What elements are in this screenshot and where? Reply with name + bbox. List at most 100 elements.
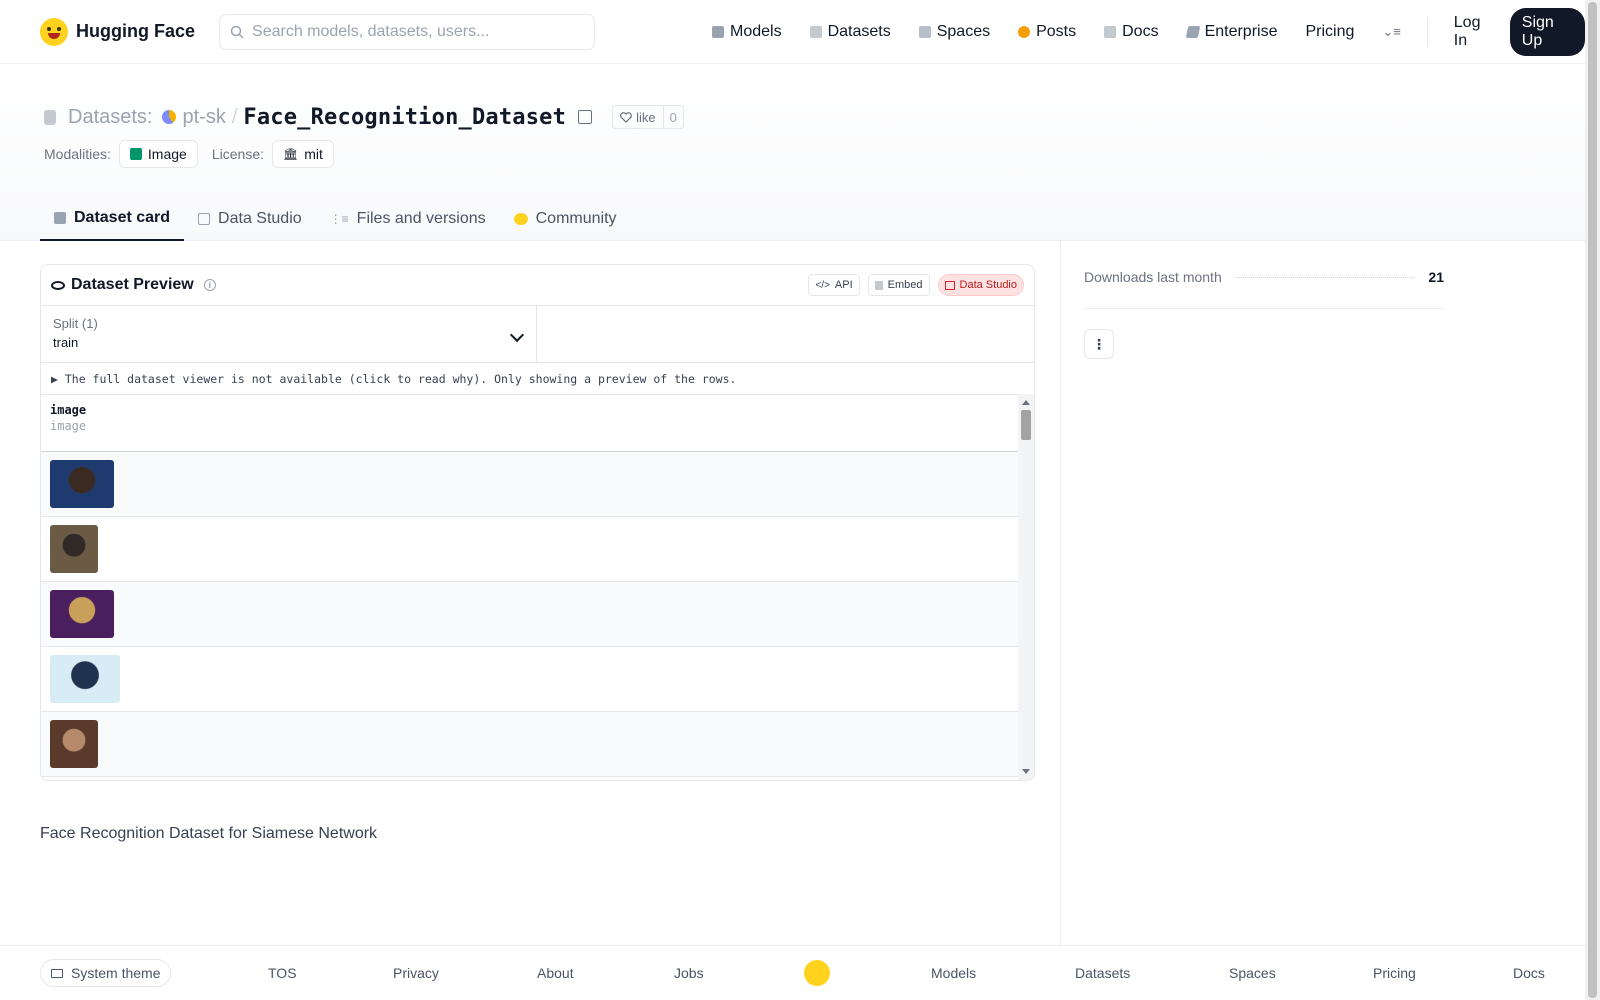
face-image-thumbnail[interactable] <box>50 460 114 508</box>
dataset-preview-panel: Dataset Preview i </> API Embed Data Stud… <box>40 264 1035 781</box>
footer-link-privacy[interactable]: Privacy <box>393 965 439 981</box>
license-chip[interactable]: 🏛 mit <box>272 140 334 168</box>
table-row[interactable] <box>41 452 1020 517</box>
tab-dataset-card[interactable]: Dataset card <box>40 196 185 241</box>
column-type: image <box>50 419 87 433</box>
more-menu-button[interactable]: ⌄≡ <box>1370 14 1412 50</box>
brand-link[interactable]: Hugging Face <box>40 17 195 46</box>
datasets-icon <box>809 26 822 38</box>
face-image-thumbnail[interactable] <box>50 590 114 638</box>
nav-pricing[interactable]: Pricing <box>1293 14 1366 50</box>
heart-icon <box>620 111 632 123</box>
data-studio-label: Data Studio <box>959 279 1017 291</box>
table-row[interactable] <box>41 712 1020 777</box>
login-link[interactable]: Log In <box>1442 14 1506 50</box>
embed-icon <box>874 280 883 290</box>
search-icon <box>230 25 244 39</box>
search-input[interactable] <box>252 22 573 41</box>
like-button[interactable]: like <box>613 106 663 128</box>
scroll-thumb[interactable] <box>1021 410 1031 440</box>
grid-icon <box>944 280 955 290</box>
modality-value: Image <box>147 146 187 162</box>
api-button[interactable]: </> API <box>808 274 860 296</box>
footer-link-about[interactable]: About <box>537 965 574 981</box>
spaces-icon <box>918 26 931 38</box>
face-image-thumbnail[interactable] <box>50 720 98 768</box>
scroll-down-arrow-icon[interactable] <box>1022 769 1030 774</box>
dataset-tabs: Dataset card Data Studio ⋮≡ Files and ver… <box>40 196 631 241</box>
models-icon <box>712 26 724 38</box>
face-image-thumbnail[interactable] <box>50 525 98 573</box>
signup-button[interactable]: Sign Up <box>1509 8 1585 56</box>
nav-spaces[interactable]: Spaces <box>907 14 1002 50</box>
table-row[interactable] <box>41 517 1020 582</box>
preview-actions: </> API Embed Data Studio <box>808 274 1024 296</box>
more-menu-icon: ⌄≡ <box>1382 24 1401 39</box>
modality-chip[interactable]: Image <box>118 140 198 168</box>
nav-models[interactable]: Models <box>700 14 794 50</box>
tab-data-studio[interactable]: Data Studio <box>184 196 316 241</box>
dataset-description: Face Recognition Dataset for Siamese Net… <box>40 825 378 842</box>
face-image-thumbnail[interactable] <box>50 655 120 703</box>
footer-link-jobs[interactable]: Jobs <box>674 965 704 981</box>
code-icon: </> <box>815 279 830 291</box>
info-icon[interactable]: i <box>203 279 216 291</box>
top-navbar: Hugging Face Models Datasets Spaces Post… <box>0 0 1585 64</box>
page-scrollbar[interactable] <box>1585 0 1600 1000</box>
viewer-notice[interactable]: ▶ The full dataset viewer is not availab… <box>41 363 1034 395</box>
embed-button[interactable]: Embed <box>867 274 930 296</box>
footer: System theme TOS Privacy About Jobs Mode… <box>0 945 1585 1000</box>
more-options-button[interactable]: ⋮ <box>1084 329 1114 359</box>
theme-toggle[interactable]: System theme <box>40 959 172 987</box>
footer-link-docs[interactable]: Docs <box>1513 965 1545 981</box>
breadcrumb-separator: / <box>231 105 238 128</box>
search-box[interactable] <box>219 13 596 50</box>
tab-community[interactable]: Community <box>500 196 631 241</box>
embed-label: Embed <box>887 279 923 291</box>
column-name: image <box>50 403 87 417</box>
modalities-label: Modalities: <box>44 146 111 162</box>
like-label: like <box>636 109 656 125</box>
split-selector[interactable]: Split (1) train <box>41 306 537 362</box>
preview-header: Dataset Preview i </> API Embed Data Stud… <box>41 265 1034 306</box>
community-icon <box>513 212 528 225</box>
nav-divider <box>1426 18 1428 46</box>
preview-title: Dataset Preview i <box>51 276 216 294</box>
footer-link-models[interactable]: Models <box>931 965 976 981</box>
tab-dataset-card-label: Dataset card <box>74 208 171 226</box>
split-row: Split (1) train <box>41 306 1034 363</box>
nav-pricing-label: Pricing <box>1305 23 1355 40</box>
nav-datasets[interactable]: Datasets <box>798 14 903 50</box>
column-header-image[interactable]: image image <box>41 395 1034 452</box>
footer-link-pricing[interactable]: Pricing <box>1373 965 1416 981</box>
enterprise-icon <box>1185 26 1200 38</box>
owner-link[interactable]: pt-sk <box>182 106 225 129</box>
hugging-face-logo-icon <box>40 17 68 46</box>
footer-link-tos[interactable]: TOS <box>268 965 297 981</box>
tab-files-and-versions[interactable]: ⋮≡ Files and versions <box>316 196 500 241</box>
data-studio-button[interactable]: Data Studio <box>937 274 1024 296</box>
downloads-value: 21 <box>1428 269 1444 285</box>
copy-icon[interactable] <box>578 110 593 124</box>
nav-docs-label: Docs <box>1122 23 1159 40</box>
table-row[interactable] <box>41 582 1020 647</box>
like-count[interactable]: 0 <box>662 106 683 128</box>
license-value: mit <box>304 146 323 162</box>
nav-docs[interactable]: Docs <box>1092 14 1170 50</box>
datasets-breadcrumb[interactable]: Datasets: <box>68 106 152 129</box>
table-row[interactable] <box>41 647 1020 712</box>
nav-datasets-label: Datasets <box>827 23 891 40</box>
preview-scrollbar[interactable] <box>1018 394 1034 780</box>
scroll-up-arrow-icon[interactable] <box>1022 400 1030 405</box>
license-icon: 🏛 <box>283 147 299 161</box>
nav-posts[interactable]: Posts <box>1006 14 1088 50</box>
page-scroll-thumb[interactable] <box>1588 2 1597 998</box>
api-label: API <box>834 279 853 291</box>
nav-enterprise[interactable]: Enterprise <box>1175 14 1290 50</box>
footer-link-datasets[interactable]: Datasets <box>1075 965 1130 981</box>
docs-icon <box>1104 26 1117 38</box>
split-label: Split (1) <box>53 316 98 331</box>
dataset-name[interactable]: Face_Recognition_Dataset <box>243 105 566 130</box>
footer-hugging-face-logo-icon[interactable] <box>804 960 830 986</box>
footer-link-spaces[interactable]: Spaces <box>1229 965 1276 981</box>
